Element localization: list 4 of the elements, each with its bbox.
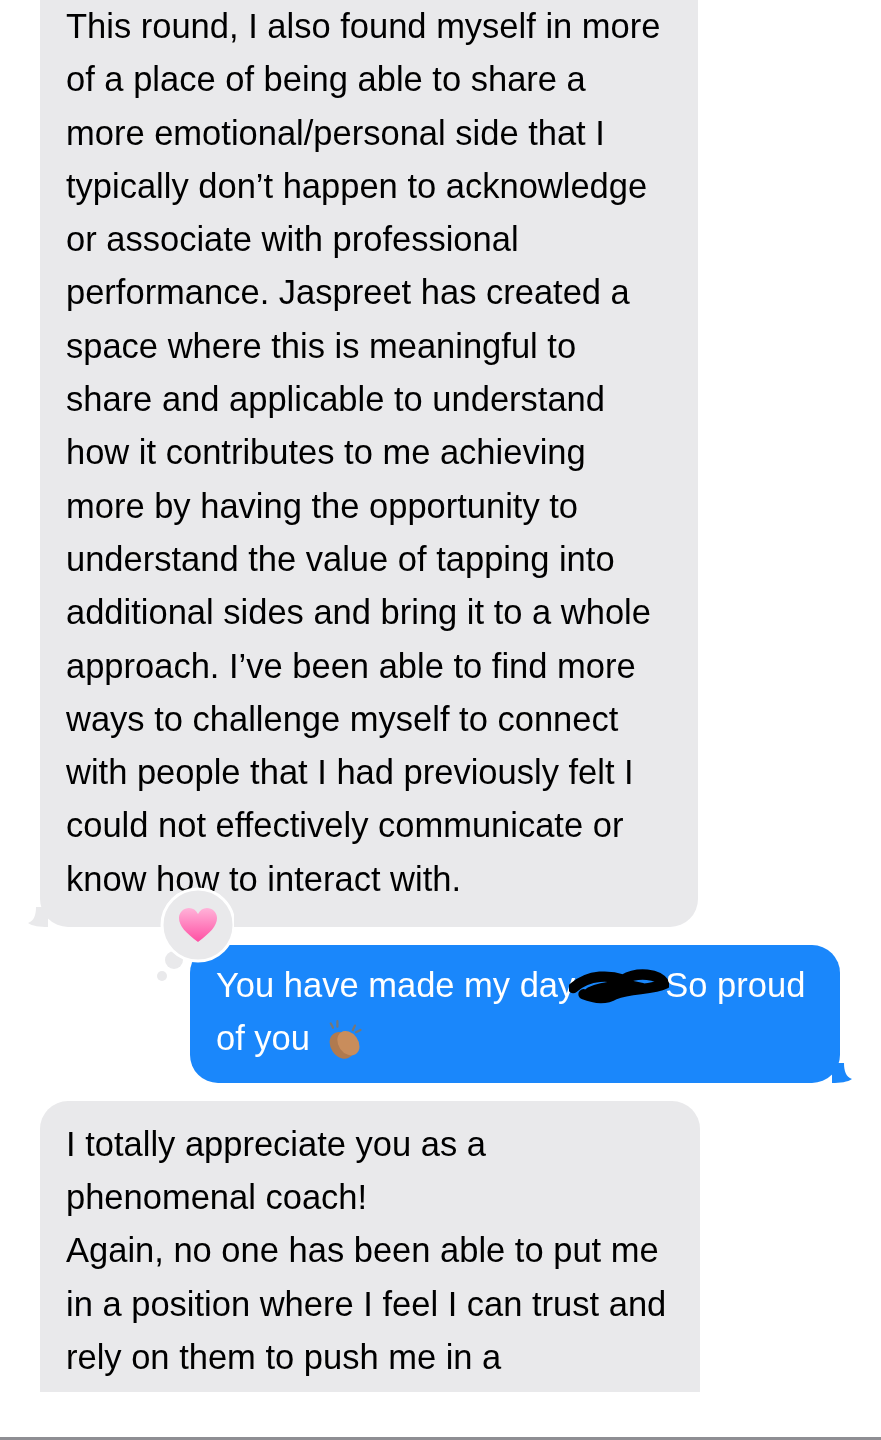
heart-icon (179, 908, 217, 943)
message-text: I totally appreciate you as a phenomenal coach! Again, no one has been able to put me in a position where I feel I can trust and rely on them to push me in a (66, 1123, 668, 1378)
message-text: This round, I also found myself in more of a place of being able to share a more emotional/personal side that I typically don’t happen to acknowledge or associate with professional performance. Jaspreet has created a space where this is meaningful to share and applicable to understand how it contributes to me achieving more by having the opportunity to understand the value of tapping into additional sides and bring it to a whole approach. I’ve been able to find more ways to challenge myself to connect with people that I had previously felt I could not effectively communicate or know how to interact with. (66, 6, 662, 900)
message-text: You have made my day So proud of you (216, 959, 820, 1066)
